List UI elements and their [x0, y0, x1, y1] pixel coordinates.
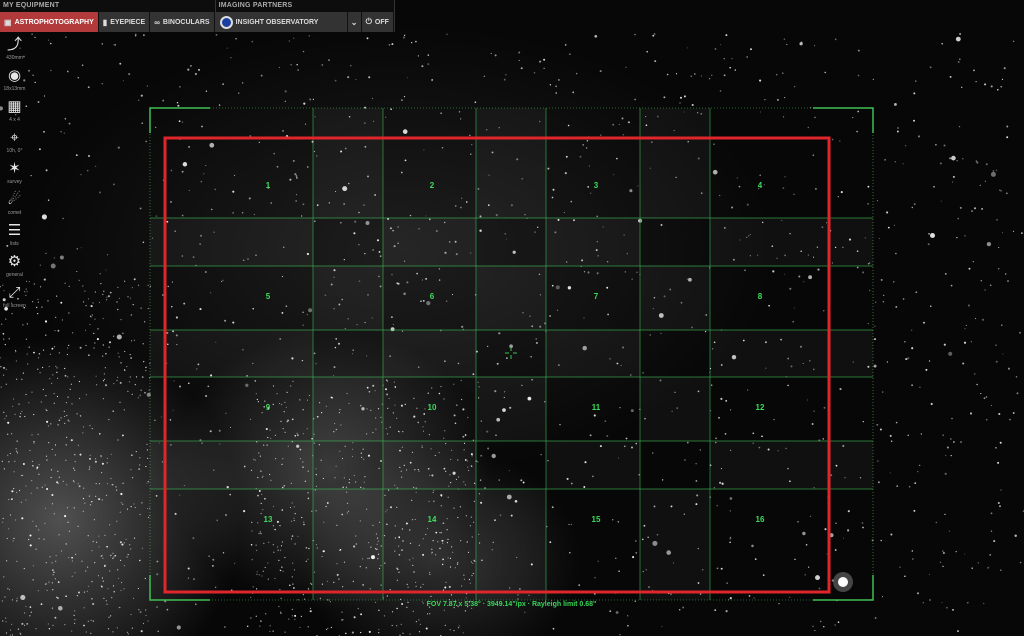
telescope-label: 430mm — [6, 55, 23, 61]
overlap-cell — [546, 330, 640, 377]
comet-icon: ☄ — [7, 191, 22, 208]
overlap-cell — [640, 108, 710, 218]
overlap-cell — [546, 441, 640, 489]
overlap-cell — [313, 489, 383, 600]
overlap-cell — [313, 266, 383, 330]
overlap-cell — [150, 441, 313, 489]
camera-icon: ◉ — [7, 67, 22, 84]
overlap-cell — [476, 266, 546, 330]
mosaic-grid-icon: ▦ — [7, 98, 22, 115]
left-sidebar: ⤴ 430mm ◉ 18x13mm ▦ 4 x 4 ⌖ 10h, 0° ✶ su… — [0, 34, 29, 313]
corner-bracket — [149, 575, 210, 601]
overlap-cell — [476, 489, 546, 600]
fullscreen-label: full screen — [3, 303, 26, 309]
panel-label-9: 9 — [266, 403, 271, 412]
binoculars-icon: ∞ — [154, 17, 160, 27]
panel-label-8: 8 — [758, 292, 763, 301]
power-label: OFF — [374, 18, 389, 26]
general-label: general — [6, 272, 23, 278]
comet-label: comet — [7, 210, 22, 216]
panel-label-7: 7 — [594, 292, 599, 301]
panel-label-12: 12 — [756, 403, 765, 412]
panel-label-3: 3 — [594, 181, 599, 190]
eyepiece-label: EYEPIECE — [110, 18, 146, 26]
top-bar: MY EQUIPMENT ▣ ASTROPHOTOGRAPHY ▮ EYEPIE… — [0, 0, 395, 32]
panel-label-6: 6 — [430, 292, 435, 301]
panel-label-10: 10 — [428, 403, 437, 412]
survey-button[interactable]: ✶ survey — [0, 158, 29, 189]
overlap-cell — [383, 218, 476, 266]
corner-bracket — [813, 575, 874, 601]
panel-label-1: 1 — [266, 181, 271, 190]
equipment-title: MY EQUIPMENT — [3, 2, 60, 9]
chevron-down-icon: ⌄ — [350, 17, 358, 27]
telescope-button[interactable]: ⤴ 430mm — [0, 34, 29, 65]
panel-label-16: 16 — [756, 515, 765, 524]
corner-bracket — [813, 107, 874, 133]
center-crosshair-icon — [505, 347, 517, 359]
partner-dropdown-button[interactable]: ⌄ — [347, 12, 362, 32]
corner-bracket — [149, 107, 210, 133]
binoculars-button[interactable]: ∞ BINOCULARS — [150, 12, 215, 32]
astrophotography-label: ASTROPHOTOGRAPHY — [14, 18, 94, 26]
mosaic-button[interactable]: ▦ 4 x 4 — [0, 96, 29, 127]
overlap-cell — [640, 377, 710, 441]
panel-label-14: 14 — [428, 515, 437, 524]
telescope-icon: ⤴ — [6, 36, 22, 53]
survey-label: survey — [7, 179, 22, 185]
mosaic-label: 4 x 4 — [9, 117, 20, 123]
partner-select[interactable]: INSIGHT OBSERVATORY — [215, 12, 348, 32]
overlap-cell — [383, 441, 476, 489]
eyepiece-icon: ▮ — [102, 17, 108, 27]
astrophotography-button[interactable]: ▣ ASTROPHOTOGRAPHY — [0, 12, 99, 32]
camera-label: 18x13mm — [3, 86, 26, 92]
panel-label-4: 4 — [758, 181, 763, 190]
observatory-logo — [219, 15, 233, 29]
general-settings-button[interactable]: ⚙ general — [0, 251, 29, 282]
overlap-cell — [383, 330, 476, 377]
gear-icon: ⚙ — [7, 253, 22, 270]
overlap-cell — [710, 441, 873, 489]
panel-label-13: 13 — [264, 515, 273, 524]
overlap-cell — [640, 266, 710, 330]
panel-label-5: 5 — [266, 292, 271, 301]
target-label: 10h, 0° — [6, 148, 23, 154]
power-icon: ⏻ — [365, 17, 372, 26]
fov-readout: FOV 7.87 x 5.38° · 3949.14"/px · Rayleig… — [426, 601, 597, 608]
list-icon: ☰ — [7, 222, 22, 239]
partners-group: IMAGING PARTNERS INSIGHT OBSERVATORY ⌄ ⏻… — [215, 0, 395, 32]
lists-button[interactable]: ☰ lists — [0, 220, 29, 251]
overlap-cell — [710, 218, 873, 266]
overlap-cell — [640, 489, 710, 600]
crosshair-icon: ⌖ — [10, 129, 19, 146]
comet-button[interactable]: ☄ comet — [0, 189, 29, 220]
camera-button[interactable]: ◉ 18x13mm — [0, 65, 29, 96]
overlap-cell — [476, 377, 546, 441]
overlap-cell — [546, 218, 640, 266]
overlap-cell — [313, 108, 383, 218]
overlap-cell — [710, 330, 873, 377]
mosaic-overlay[interactable]: 1 2 3 45 6 7 89 10 11 1213 14 15 16 — [0, 0, 1024, 636]
fullscreen-button[interactable]: ⤢ full screen — [0, 282, 29, 313]
partners-title: IMAGING PARTNERS — [218, 2, 293, 9]
panel-label-11: 11 — [592, 403, 601, 412]
eyepiece-button[interactable]: ▮ EYEPIECE — [98, 12, 151, 32]
partner-label: INSIGHT OBSERVATORY — [235, 18, 319, 26]
target-button[interactable]: ⌖ 10h, 0° — [0, 127, 29, 158]
equipment-group: MY EQUIPMENT ▣ ASTROPHOTOGRAPHY ▮ EYEPIE… — [0, 0, 216, 32]
binoculars-label: BINOCULARS — [162, 18, 210, 26]
overlap-cell — [150, 218, 313, 266]
camera-icon: ▣ — [4, 17, 12, 27]
overlap-cell — [150, 330, 313, 377]
overlap-cell — [476, 108, 546, 218]
overlap-cell — [313, 377, 383, 441]
survey-icon: ✶ — [8, 160, 21, 177]
panel-label-2: 2 — [430, 181, 435, 190]
lists-label: lists — [10, 241, 19, 247]
power-off-button[interactable]: ⏻ OFF — [361, 12, 394, 32]
panel-label-15: 15 — [592, 515, 601, 524]
fullscreen-icon: ⤢ — [8, 284, 21, 301]
